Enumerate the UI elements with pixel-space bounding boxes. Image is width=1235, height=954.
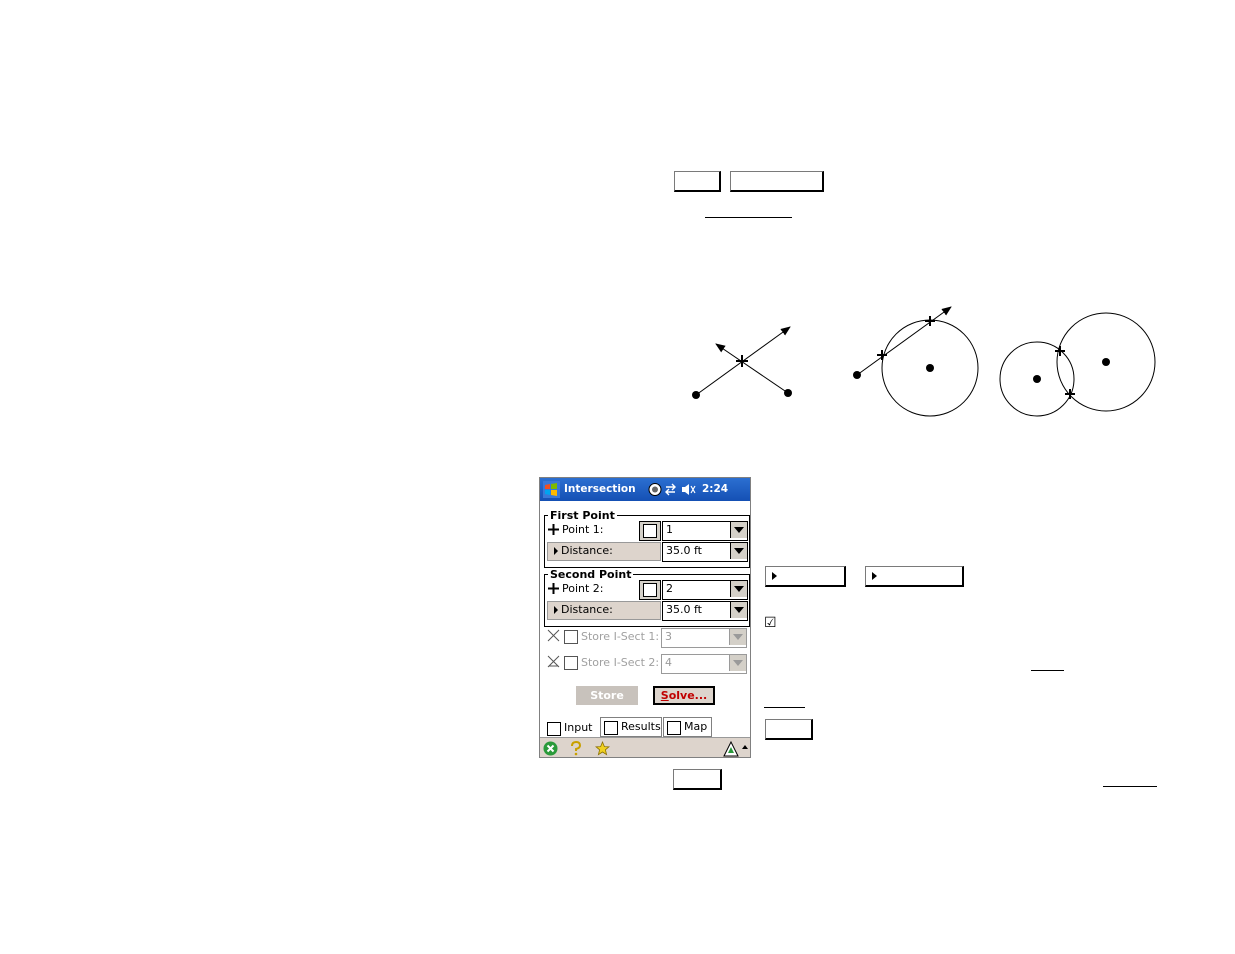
doc-checkbox-glyph: ☑	[764, 615, 777, 631]
solve-button[interactable]: Solve...	[653, 686, 715, 705]
chevron-down-icon[interactable]	[730, 602, 747, 618]
intersect-icon	[547, 655, 560, 668]
map-icon	[643, 583, 657, 597]
distance1-label: Distance:	[561, 544, 613, 557]
tab-results[interactable]: Results	[600, 717, 662, 737]
solve-label: olve...	[668, 689, 708, 702]
point2-combo[interactable]: 2	[662, 580, 748, 600]
diagram-bearing-bearing	[692, 326, 792, 399]
store-isect1-combo[interactable]: 3	[661, 628, 747, 648]
second-point-legend: Second Point	[548, 568, 634, 581]
input-tab-icon	[547, 722, 561, 736]
command-bar	[540, 737, 750, 757]
distance1-combo[interactable]: 35.0 ft	[662, 542, 748, 562]
diagram-distance-distance	[999, 312, 1156, 417]
doc-arrow-button-1[interactable]	[765, 566, 846, 587]
doc-button-2[interactable]	[730, 171, 824, 192]
volume-icon[interactable]	[682, 484, 696, 495]
cross-point-icon	[548, 524, 559, 535]
sip-icon[interactable]	[723, 740, 749, 757]
doc-button-4[interactable]	[673, 769, 722, 790]
distance2-label: Distance:	[561, 603, 613, 616]
tab-input[interactable]: Input	[544, 719, 598, 737]
chevron-down-icon[interactable]	[730, 522, 747, 538]
store-isect1-checkbox[interactable]	[564, 630, 578, 644]
doc-button-3[interactable]	[765, 719, 813, 740]
doc-underline-1	[705, 217, 792, 218]
map-icon	[643, 524, 657, 538]
tray-icons	[648, 483, 696, 496]
map-icon	[667, 721, 681, 735]
point1-value: 1	[666, 523, 673, 536]
app-title: Intersection	[564, 483, 636, 495]
sync-icon[interactable]	[648, 483, 662, 496]
intersection-diagrams	[692, 306, 1156, 417]
point2-label: Point 2:	[562, 582, 604, 595]
point1-combo[interactable]: 1	[662, 521, 748, 541]
close-icon[interactable]	[543, 741, 558, 756]
distance1-value: 35.0 ft	[666, 544, 702, 557]
point1-label: Point 1:	[562, 523, 604, 536]
store-isect2-checkbox[interactable]	[564, 656, 578, 670]
doc-underline-2	[1031, 670, 1064, 671]
point2-map-pick-button[interactable]	[639, 580, 661, 600]
doc-arrow-button-2[interactable]	[865, 566, 964, 587]
tab-map[interactable]: Map	[663, 717, 712, 737]
doc-button-1[interactable]	[674, 171, 721, 192]
distance2-value: 35.0 ft	[666, 603, 702, 616]
tab-map-label: Map	[684, 720, 708, 733]
windows-start-icon[interactable]	[543, 481, 560, 498]
chevron-down-icon[interactable]	[730, 581, 747, 597]
solve-accel: S	[660, 689, 669, 702]
chevron-down-icon[interactable]	[729, 629, 746, 645]
chevron-down-icon[interactable]	[730, 543, 747, 559]
point1-map-pick-button[interactable]	[639, 521, 661, 541]
store-isect1-value: 3	[665, 630, 672, 643]
pda-screen: Intersection 2:24 First Point Point 1: 1	[539, 477, 751, 758]
store-button[interactable]: Store	[576, 686, 638, 705]
help-icon[interactable]	[570, 741, 582, 756]
tab-input-label: Input	[564, 721, 593, 734]
point2-value: 2	[666, 582, 673, 595]
cross-point-icon	[548, 583, 559, 594]
chevron-down-icon[interactable]	[729, 655, 746, 671]
doc-underline-3	[764, 707, 805, 708]
results-tab-icon	[604, 721, 618, 735]
first-point-group: First Point Point 1: 1 Distance: 35.0 ft	[544, 509, 750, 568]
second-point-group: Second Point Point 2: 2 Distance: 35.0 f…	[544, 568, 750, 627]
store-isect2-label: Store I-Sect 2:	[581, 656, 660, 669]
favorite-icon[interactable]	[595, 741, 610, 756]
diagram-bearing-distance	[853, 306, 979, 417]
title-bar: Intersection 2:24	[540, 478, 750, 501]
store-isect1-label: Store I-Sect 1:	[581, 630, 660, 643]
store-isect2-value: 4	[665, 656, 672, 669]
distance2-selector[interactable]: Distance:	[547, 601, 661, 620]
distance2-combo[interactable]: 35.0 ft	[662, 601, 748, 621]
store-isect2-combo[interactable]: 4	[661, 654, 747, 674]
distance1-selector[interactable]: Distance:	[547, 542, 661, 561]
doc-underline-4	[1103, 786, 1157, 787]
clock: 2:24	[702, 483, 729, 495]
first-point-legend: First Point	[548, 509, 617, 522]
connectivity-icon[interactable]	[665, 483, 676, 496]
tab-results-label: Results	[621, 720, 661, 733]
intersect-icon	[547, 629, 560, 642]
